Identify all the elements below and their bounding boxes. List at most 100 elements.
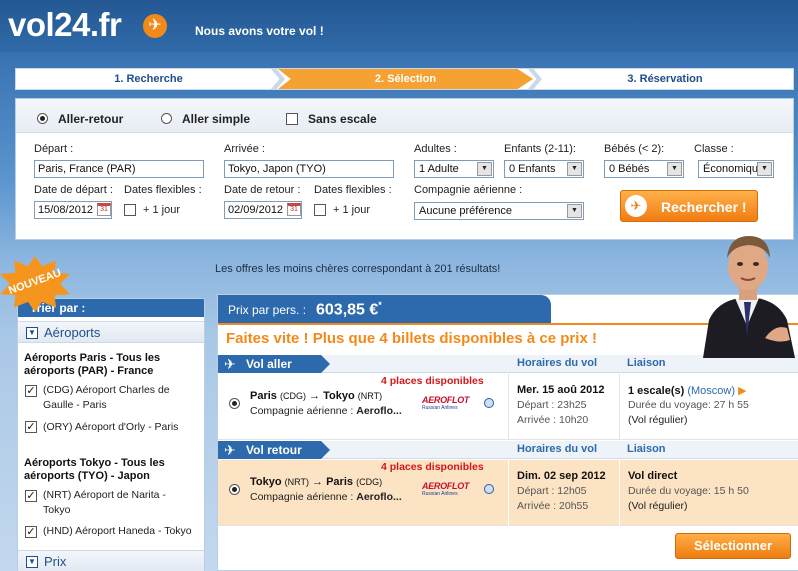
site-logo[interactable]: vol24.fr: [8, 6, 122, 44]
airline-prefix: Compagnie aérienne :: [250, 491, 354, 503]
col-horaires: Horaires du vol: [517, 357, 598, 369]
step-selection: 2. Sélection: [278, 69, 533, 89]
cdg-checkbox[interactable]: ✓: [25, 385, 37, 397]
outbound-route: Paris (CDG) → Tokyo (NRT): [250, 390, 382, 402]
return-duree: Durée du voyage: 15 h 50: [628, 485, 749, 497]
return-depart: Départ : 12h05: [517, 485, 587, 497]
enfants-select[interactable]: 0 Enfants ▼: [504, 160, 584, 178]
origin-city: Paris: [250, 390, 277, 402]
airline-globe-icon: [484, 398, 494, 408]
chevron-down-icon: ▼: [567, 204, 582, 218]
flex-retour-label: Dates flexibles :: [314, 184, 392, 196]
roundtrip-radio[interactable]: [37, 113, 48, 124]
arrow-plane-icon: ✈: [625, 195, 647, 217]
section-airports-title: Aéroports: [44, 325, 101, 340]
calendar-icon[interactable]: 31: [287, 203, 301, 216]
destination-code: (NRT): [357, 391, 383, 401]
flex-retour-option: + 1 jour: [333, 204, 370, 216]
section-price-title: Prix: [44, 554, 67, 569]
depart-input[interactable]: Paris, France (PAR): [34, 160, 204, 178]
origin-city: Tokyo: [250, 476, 282, 488]
select-offer-button[interactable]: Sélectionner: [675, 533, 791, 559]
section-price[interactable]: ▼ Prix: [18, 550, 204, 571]
outbound-regulier: (Vol régulier): [628, 414, 688, 426]
adultes-label: Adultes :: [414, 143, 457, 155]
airline-name: Aeroflo...: [356, 405, 402, 417]
divider: [619, 374, 620, 440]
plane-icon: ✈: [143, 14, 167, 38]
site-tagline: Nous avons votre vol !: [195, 24, 324, 38]
plane-icon: ✈: [224, 442, 236, 458]
flex-depart-option: + 1 jour: [143, 204, 180, 216]
outbound-row[interactable]: 4 places disponibles Paris (CDG) → Tokyo…: [218, 374, 798, 440]
outbound-arrivee: Arrivée : 10h20: [517, 414, 589, 426]
compagnie-select[interactable]: Aucune préférence ▼: [414, 202, 584, 220]
airline-prefix: Compagnie aérienne :: [250, 405, 354, 417]
destination-code: (CDG): [356, 477, 383, 487]
return-tab-label: Vol retour: [246, 443, 302, 457]
aeroflot-logo-text: AEROFLOT: [422, 395, 470, 405]
arrivee-input[interactable]: Tokyo, Japon (TYO): [224, 160, 394, 178]
nonstop-label[interactable]: Sans escale: [308, 112, 377, 126]
price-footnote-star: *: [378, 300, 382, 310]
aeroflot-logo-sub: Russian Airlines: [422, 405, 458, 411]
return-radio[interactable]: [229, 484, 240, 495]
ory-label[interactable]: (ORY) Aéroport d'Orly - Paris: [43, 420, 203, 435]
compagnie-label: Compagnie aérienne :: [414, 184, 523, 196]
nonstop-checkbox[interactable]: [286, 113, 298, 125]
aeroflot-logo: AEROFLOT Russian Airlines: [422, 395, 469, 411]
hnd-label[interactable]: (HND) Aéroport Haneda - Tokyo: [43, 524, 203, 539]
airline-globe-icon: [484, 484, 494, 494]
return-row[interactable]: 4 places disponibles Tokyo (NRT) → Paris…: [218, 460, 798, 526]
flex-depart-checkbox[interactable]: [124, 204, 136, 216]
return-airline: Compagnie aérienne : Aeroflo...: [250, 491, 402, 503]
flex-retour-checkbox[interactable]: [314, 204, 326, 216]
ory-checkbox[interactable]: ✓: [25, 421, 37, 433]
depart-label: Départ :: [34, 143, 74, 155]
classe-select[interactable]: Économique ▼: [698, 160, 774, 178]
oneway-radio[interactable]: [161, 113, 172, 124]
chevron-down-icon: ▼: [757, 162, 772, 176]
calendar-icon[interactable]: 31: [97, 203, 111, 216]
outbound-liaison: 1 escale(s) (Moscow) ▶: [628, 384, 747, 397]
col-horaires: Horaires du vol: [517, 443, 598, 455]
stopover-link[interactable]: (Moscow): [687, 385, 735, 397]
section-airports[interactable]: ▼ Aéroports: [18, 321, 204, 343]
progress-steps: 1. Recherche 2. Sélection 3. Réservation: [15, 68, 794, 90]
chevron-down-icon: ▼: [26, 327, 38, 339]
bebes-value: 0 Bébés: [609, 163, 650, 175]
outbound-airline: Compagnie aérienne : Aeroflo...: [250, 405, 402, 417]
adultes-value: 1 Adulte: [419, 163, 459, 175]
col-liaison: Liaison: [627, 357, 666, 369]
return-regulier: (Vol régulier): [628, 500, 688, 512]
route-arrow: →: [312, 476, 324, 488]
spokesperson-photo: [703, 236, 795, 358]
roundtrip-label[interactable]: Aller-retour: [58, 112, 123, 126]
step-recherche[interactable]: 1. Recherche: [16, 69, 281, 89]
outbound-tab: ✈ Vol aller: [218, 355, 330, 373]
divider: [619, 460, 620, 526]
outbound-radio[interactable]: [229, 398, 240, 409]
nrt-label[interactable]: (NRT) Aéroport de Narita - Tokyo: [43, 488, 193, 518]
outbound-tab-label: Vol aller: [246, 357, 292, 371]
outbound-duree: Durée du voyage: 27 h 55: [628, 399, 749, 411]
bebes-select[interactable]: 0 Bébés ▼: [604, 160, 684, 178]
col-liaison: Liaison: [627, 443, 666, 455]
bebes-label: Bébés (< 2):: [604, 143, 665, 155]
return-tab: ✈ Vol retour: [218, 441, 330, 459]
destination-city: Tokyo: [323, 390, 355, 402]
route-arrow: →: [309, 390, 321, 402]
nrt-checkbox[interactable]: ✓: [25, 490, 37, 502]
origin-code: (NRT): [284, 477, 309, 487]
adultes-select[interactable]: 1 Adulte ▼: [414, 160, 494, 178]
return-date: Dim. 02 sep 2012: [517, 470, 606, 482]
classe-value: Économique: [703, 163, 765, 175]
oneway-label[interactable]: Aller simple: [182, 112, 250, 126]
aeroflot-logo-sub: Russian Airlines: [422, 491, 458, 497]
flex-depart-label: Dates flexibles :: [124, 184, 202, 196]
hnd-checkbox[interactable]: ✓: [25, 526, 37, 538]
search-button[interactable]: ✈ Rechercher !: [620, 190, 758, 222]
return-liaison: Vol direct: [628, 470, 678, 482]
cdg-label[interactable]: (CDG) Aéroport Charles de Gaulle - Paris: [43, 383, 201, 413]
play-arrow-icon[interactable]: ▶: [738, 385, 746, 397]
